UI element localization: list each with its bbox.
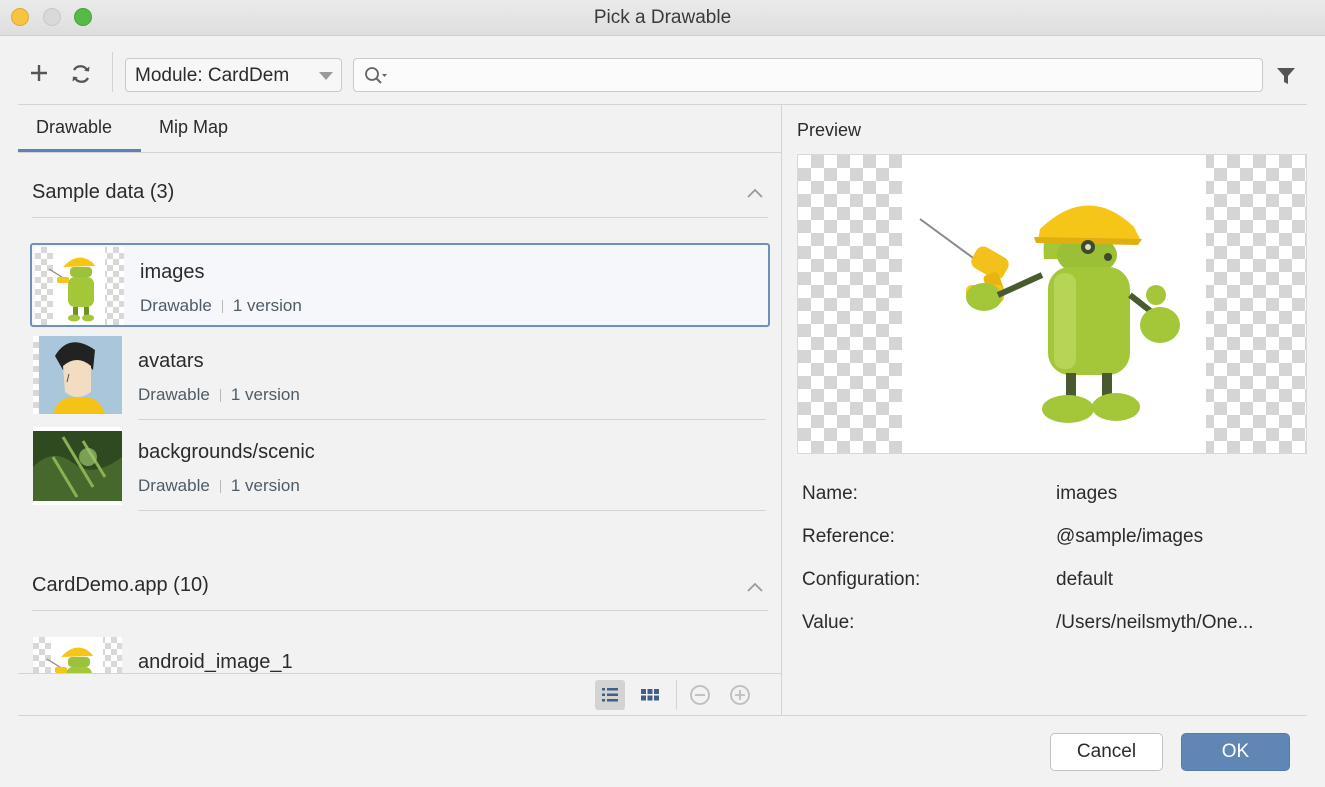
item-type: Drawable bbox=[138, 385, 210, 404]
item-divider bbox=[138, 510, 766, 511]
group-divider bbox=[32, 610, 768, 611]
toolbar-divider bbox=[18, 104, 1307, 105]
search-field[interactable] bbox=[353, 58, 1263, 92]
item-meta: Drawable 1 version bbox=[138, 476, 300, 496]
module-dropdown-label: Module: CardDem bbox=[135, 65, 290, 86]
item-versions: 1 version bbox=[230, 385, 300, 404]
grid-view-icon[interactable] bbox=[635, 680, 665, 710]
item-meta: Drawable 1 version bbox=[138, 385, 300, 405]
thumbnail-images bbox=[35, 247, 124, 325]
meta-separator bbox=[221, 300, 223, 314]
item-type: Drawable bbox=[140, 296, 212, 315]
pick-drawable-dialog: Pick a Drawable Module: CardDem Drawable… bbox=[0, 0, 1325, 787]
group-divider bbox=[32, 217, 768, 218]
item-versions: 1 version bbox=[230, 476, 300, 495]
zoom-out-icon[interactable] bbox=[685, 680, 715, 710]
zoom-in-icon[interactable] bbox=[725, 680, 755, 710]
list-item-backgrounds-scenic[interactable]: backgrounds/scenic Drawable 1 version bbox=[30, 425, 770, 511]
cancel-button[interactable]: Cancel bbox=[1050, 733, 1163, 771]
item-meta: Drawable 1 version bbox=[140, 296, 302, 316]
item-type: Drawable bbox=[138, 476, 210, 495]
meta-separator bbox=[219, 480, 221, 494]
item-name: android_image_1 bbox=[138, 651, 293, 673]
tab-mip-map[interactable]: Mip Map bbox=[159, 117, 228, 138]
list-view-icon[interactable] bbox=[595, 680, 625, 710]
property-value-value: /Users/neilsmyth/One... bbox=[1056, 612, 1254, 633]
property-label-reference: Reference: bbox=[802, 526, 895, 547]
property-value-configuration: default bbox=[1056, 569, 1114, 590]
listbar-separator bbox=[676, 680, 677, 710]
item-name: images bbox=[140, 261, 205, 283]
group-title-sample-data[interactable]: Sample data (3) bbox=[32, 181, 174, 204]
footer-divider bbox=[18, 715, 1307, 716]
chevron-up-icon[interactable] bbox=[746, 581, 764, 593]
ok-button[interactable]: OK bbox=[1181, 733, 1290, 771]
resource-list: Sample data (3) images Drawable 1 versio… bbox=[18, 153, 781, 673]
search-icon bbox=[365, 67, 387, 84]
property-value-name: images bbox=[1056, 483, 1118, 504]
meta-separator bbox=[219, 389, 221, 403]
splitter[interactable] bbox=[781, 104, 782, 715]
item-name: backgrounds/scenic bbox=[138, 441, 315, 463]
window-title: Pick a Drawable bbox=[593, 7, 732, 28]
property-value-reference: @sample/images bbox=[1056, 526, 1204, 547]
search-input[interactable] bbox=[394, 63, 1254, 87]
preview-image bbox=[902, 155, 1206, 453]
tab-drawable[interactable]: Drawable bbox=[36, 117, 112, 138]
chevron-down-icon bbox=[319, 72, 333, 80]
property-label-name: Name: bbox=[802, 483, 858, 504]
list-item-android-image-1[interactable]: android_image_1 bbox=[30, 635, 770, 673]
plus-icon[interactable] bbox=[28, 62, 50, 88]
thumbnail-backgrounds-scenic bbox=[33, 427, 122, 505]
group-title-carddemo-app[interactable]: CardDemo.app (10) bbox=[32, 574, 209, 597]
title-bar: Pick a Drawable bbox=[0, 0, 1325, 36]
list-item-avatars[interactable]: avatars Drawable 1 version bbox=[30, 334, 770, 420]
property-label-configuration: Configuration: bbox=[802, 569, 921, 590]
property-label-value: Value: bbox=[802, 612, 855, 633]
refresh-icon[interactable] bbox=[69, 62, 93, 90]
item-name: avatars bbox=[138, 350, 204, 372]
chevron-up-icon[interactable] bbox=[746, 187, 764, 199]
preview-image-box bbox=[797, 154, 1307, 454]
filter-icon[interactable] bbox=[1276, 66, 1296, 86]
thumbnail-avatars bbox=[33, 336, 122, 414]
toolbar-separator bbox=[112, 52, 113, 92]
list-item-images[interactable]: images Drawable 1 version bbox=[30, 243, 770, 327]
preview-label: Preview bbox=[797, 120, 862, 140]
item-versions: 1 version bbox=[232, 296, 302, 315]
item-divider bbox=[138, 419, 766, 420]
module-dropdown[interactable]: Module: CardDem bbox=[125, 58, 342, 92]
thumbnail-android-image-1 bbox=[33, 637, 122, 673]
list-view-bar bbox=[18, 673, 781, 715]
